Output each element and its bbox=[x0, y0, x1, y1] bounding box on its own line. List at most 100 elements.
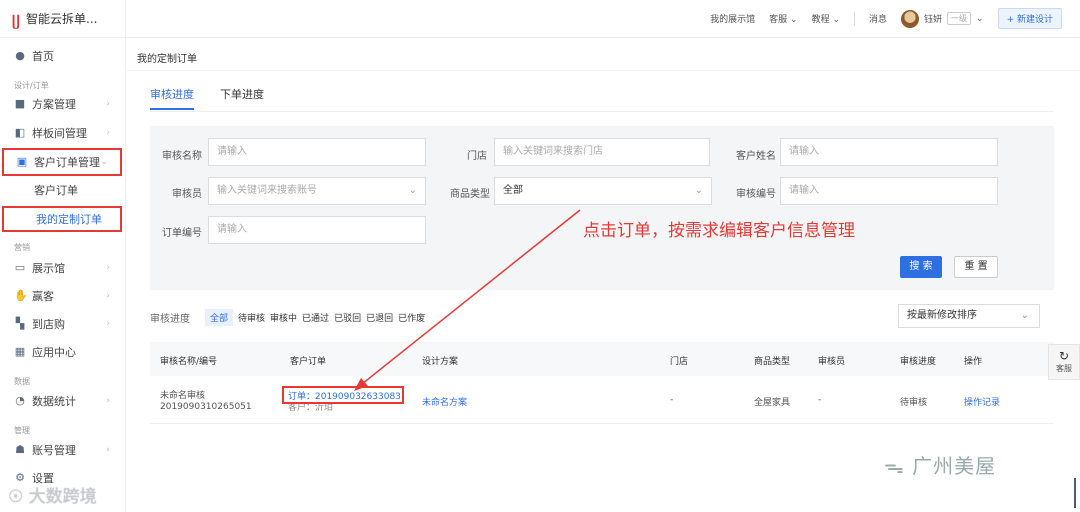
search-button[interactable]: 搜 索 bbox=[900, 256, 942, 278]
store-value: - bbox=[670, 395, 674, 405]
product-type-value: 全部 bbox=[503, 185, 523, 196]
service-label: 客服 bbox=[769, 15, 788, 25]
level-badge: 一级 bbox=[947, 12, 972, 25]
status-approved[interactable]: 已通过 bbox=[302, 311, 329, 324]
tab-review-progress[interactable]: 审核进度 bbox=[150, 86, 194, 110]
float-service-label: 客服 bbox=[1056, 364, 1072, 373]
operation-log-link[interactable]: 操作记录 bbox=[964, 395, 1000, 408]
status-rejected[interactable]: 已驳回 bbox=[334, 311, 361, 324]
tab-order-progress[interactable]: 下单进度 bbox=[220, 86, 264, 110]
chevron-right-icon: › bbox=[106, 445, 110, 455]
store-search-input[interactable]: 输入关键词来搜索门店 bbox=[494, 138, 710, 166]
chevron-down-icon: ⌄ bbox=[694, 185, 703, 196]
customer-service-float-button[interactable]: ↻ 客服 bbox=[1048, 344, 1080, 380]
sample-room-icon: ◧ bbox=[14, 126, 26, 139]
reviewer-placeholder: 输入关键词来搜索账号 bbox=[217, 185, 317, 196]
status-filter: 审核进度 全部 待审核 审核中 已通过 已驳回 已退回 已作废 bbox=[150, 309, 425, 326]
chevron-down-icon: ⌄ bbox=[832, 15, 841, 25]
sidebar-group-admin: 管理 bbox=[14, 426, 30, 435]
column-header: 商品类型 bbox=[754, 357, 791, 367]
column-header: 审核进度 bbox=[900, 357, 937, 367]
annotation-text: 点击订单，按需求编辑客户信息管理 bbox=[583, 221, 855, 241]
divider bbox=[150, 111, 1054, 112]
sidebar-item-earn[interactable]: ✋ 赢客 › bbox=[0, 284, 122, 308]
app-logo[interactable]: ᥩ 智能云拆单... bbox=[0, 0, 125, 38]
handshake-icon: ✋ bbox=[14, 289, 28, 302]
order-number-label: 订单编号 bbox=[162, 228, 202, 239]
review-name: 未命名审核 bbox=[160, 391, 206, 401]
sidebar-item-label: 样板间管理 bbox=[32, 127, 87, 140]
reviewer-value: - bbox=[818, 395, 822, 405]
sort-select[interactable]: 按最新修改排序 ⌄ bbox=[898, 304, 1040, 328]
sidebar-item-showroom[interactable]: ▭ 展示馆 › bbox=[0, 256, 122, 280]
sidebar-item-customer-order[interactable]: 客户订单 bbox=[0, 179, 122, 201]
service-menu[interactable]: 客服 ⌄ bbox=[769, 12, 797, 25]
status-in-review[interactable]: 审核中 bbox=[270, 311, 297, 324]
new-design-button[interactable]: + 新建设计 bbox=[997, 8, 1062, 29]
divider bbox=[127, 70, 1080, 71]
avatar bbox=[901, 9, 920, 28]
reviewer-label: 审核员 bbox=[172, 189, 202, 200]
status-all[interactable]: 全部 bbox=[205, 309, 234, 326]
sidebar-group-marketing: 营销 bbox=[14, 243, 30, 252]
sidebar-item-sample-room[interactable]: ◧ 样板间管理 › bbox=[0, 121, 122, 145]
sidebar-item-label: 展示馆 bbox=[32, 262, 65, 275]
sidebar-item-customer-order-management[interactable]: ▣ 客户订单管理 ⌄ bbox=[2, 148, 122, 176]
chevron-down-icon: ⌄ bbox=[790, 15, 798, 25]
watermark-logo: ☉ 大数跨境 bbox=[8, 487, 97, 507]
sidebar-item-app-center[interactable]: ▦ 应用中心 bbox=[0, 340, 122, 364]
user-menu[interactable]: 钰妍 一级 ⌄ bbox=[901, 9, 984, 28]
breadcrumb: 我的定制订单 bbox=[137, 54, 197, 65]
app-title: 智能云拆单... bbox=[26, 12, 98, 26]
messages-link[interactable]: 消息 bbox=[869, 12, 887, 25]
sidebar-item-data-stats[interactable]: ◔ 数据统计 › bbox=[0, 389, 122, 413]
reset-button[interactable]: 重 置 bbox=[954, 256, 998, 278]
customer-name-input[interactable]: 请输入 bbox=[780, 138, 998, 166]
sidebar-item-my-custom-order[interactable]: 我的定制订单 bbox=[2, 206, 122, 232]
pie-chart-icon: ◔ bbox=[15, 394, 25, 407]
chevron-down-icon: ⌄ bbox=[976, 13, 984, 24]
sort-value: 按最新修改排序 bbox=[907, 310, 977, 321]
sidebar-item-home[interactable]: ● 首页 bbox=[0, 44, 122, 68]
chevron-down-icon: ⌄ bbox=[408, 185, 417, 196]
username: 钰妍 bbox=[924, 15, 943, 25]
chevron-right-icon: › bbox=[106, 396, 110, 406]
chevron-right-icon: › bbox=[106, 263, 110, 273]
reviewer-select[interactable]: 输入关键词来搜索账号 ⌄ bbox=[208, 177, 426, 205]
chevron-right-icon: › bbox=[106, 128, 110, 138]
sidebar-item-to-store[interactable]: ▚ 到店购 › bbox=[0, 312, 122, 336]
status-pending[interactable]: 待审核 bbox=[238, 311, 265, 324]
column-header: 操作 bbox=[964, 357, 983, 367]
design-plan-link[interactable]: 未命名方案 bbox=[422, 395, 467, 408]
review-name-input[interactable]: 请输入 bbox=[208, 138, 426, 166]
scrollbar[interactable] bbox=[1074, 478, 1076, 508]
home-icon: ● bbox=[15, 49, 25, 62]
folder-icon: ■ bbox=[14, 97, 26, 110]
tab-bar: 审核进度 下单进度 bbox=[150, 86, 264, 110]
review-number: 2019090310265051 bbox=[160, 402, 252, 412]
order-number-input[interactable]: 请输入 bbox=[208, 216, 426, 244]
review-number-input[interactable]: 请输入 bbox=[780, 177, 998, 205]
sidebar-item-plan-management[interactable]: ■ 方案管理 › bbox=[0, 92, 122, 116]
product-type-label: 商品类型 bbox=[450, 189, 490, 200]
review-status: 待审核 bbox=[900, 398, 928, 408]
store-icon: ▚ bbox=[15, 317, 25, 330]
customer-name-label: 客户姓名 bbox=[736, 151, 776, 162]
my-showroom-link[interactable]: 我的展示馆 bbox=[710, 12, 755, 25]
showroom-icon: ▭ bbox=[14, 261, 26, 274]
sidebar-item-account-management[interactable]: ☗ 账号管理 › bbox=[0, 438, 122, 462]
chevron-right-icon: › bbox=[106, 99, 110, 109]
chevron-right-icon: › bbox=[106, 319, 110, 329]
watermark-text: 广州美屋 bbox=[912, 454, 997, 478]
headset-icon: ↻ bbox=[1058, 349, 1070, 363]
tutorial-menu[interactable]: 教程 ⌄ bbox=[812, 12, 840, 25]
column-header: 设计方案 bbox=[422, 357, 459, 367]
sidebar-item-label: 方案管理 bbox=[32, 98, 76, 111]
status-voided[interactable]: 已作废 bbox=[398, 311, 425, 324]
product-type-select[interactable]: 全部 ⌄ bbox=[494, 177, 712, 205]
tutorial-label: 教程 bbox=[811, 15, 830, 25]
sidebar-group-data: 数据 bbox=[14, 377, 30, 386]
table-header: 审核名称/编号 客户订单 设计方案 门店 商品类型 审核员 审核进度 操作 bbox=[150, 342, 1054, 376]
chevron-down-icon: ⌄ bbox=[1020, 310, 1029, 321]
status-returned[interactable]: 已退回 bbox=[366, 311, 393, 324]
